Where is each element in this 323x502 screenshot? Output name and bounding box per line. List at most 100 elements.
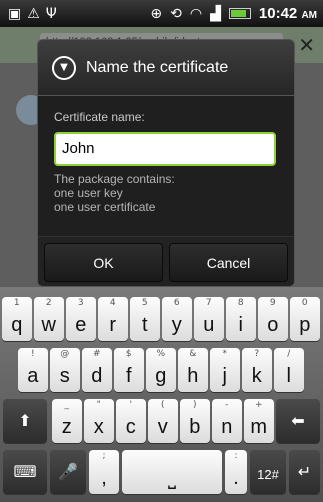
key-i[interactable]: 8i (226, 297, 256, 341)
key-alt-label: & (189, 349, 197, 359)
key-label: a (27, 365, 39, 387)
dialog-title: Name the certificate (86, 58, 229, 76)
key-y[interactable]: 6y (162, 297, 192, 341)
key-k[interactable]: ? k (242, 348, 272, 392)
keyboard-settings-key[interactable]: ⌨ (3, 450, 47, 494)
key-b[interactable]: ) b (180, 399, 210, 443)
key-u[interactable]: 7u (194, 297, 224, 341)
gps-icon: ⊕ (150, 5, 163, 22)
key-alt-label: % (156, 349, 166, 359)
key-alt-label: $ (125, 349, 132, 359)
key-alt-label: / (287, 349, 291, 359)
sync-icon: ⟲ (170, 5, 182, 22)
shift-key[interactable]: ⬆ (3, 399, 47, 443)
key-label: p (299, 314, 311, 336)
key-t[interactable]: 5t (130, 297, 160, 341)
key-label: l (286, 365, 291, 387)
key-p[interactable]: 0p (290, 297, 320, 341)
key-alt-label: # (92, 349, 101, 359)
enter-key[interactable]: ↵ (289, 450, 320, 494)
space-key[interactable]: ⎵ (122, 450, 222, 494)
cancel-button[interactable]: Cancel (169, 243, 288, 282)
key-label: n (221, 416, 233, 438)
key-d[interactable]: # d (82, 348, 112, 392)
backspace-icon: ⬅ (291, 413, 305, 430)
key-f[interactable]: $ f (114, 348, 144, 392)
key-s[interactable]: @ s (50, 348, 80, 392)
key-alt-label: - (225, 400, 229, 410)
key-alt-label: 9 (269, 298, 276, 308)
key-label: t (141, 314, 148, 336)
key-label: m (250, 416, 268, 438)
key-m[interactable]: + m (244, 399, 274, 443)
period-key-alt: : (234, 451, 238, 461)
key-o[interactable]: 9o (258, 297, 288, 341)
key-g[interactable]: % g (146, 348, 176, 392)
symbols-key[interactable]: 12# (250, 450, 286, 494)
key-label: e (75, 314, 87, 336)
backspace-key[interactable]: ⬅ (276, 399, 320, 443)
key-label: s (59, 365, 70, 387)
key-j[interactable]: * j (210, 348, 240, 392)
key-x[interactable]: " x (84, 399, 114, 443)
key-alt-label: 5 (141, 298, 148, 308)
name-certificate-dialog: ▼ Name the certificate Certificate name:… (37, 39, 295, 287)
microphone-icon: 🎤 (58, 464, 78, 481)
key-alt-label: _ (64, 400, 70, 410)
key-w[interactable]: 2w (34, 297, 64, 341)
key-label: g (155, 365, 167, 387)
shift-icon: ⬆ (18, 413, 32, 430)
symbols-key-label: 12# (257, 467, 279, 482)
keyboard-icon: ⌨ (13, 464, 37, 481)
key-q[interactable]: 1q (2, 297, 32, 341)
key-a[interactable]: ! a (18, 348, 48, 392)
certificate-name-input[interactable]: John (54, 132, 276, 166)
key-label: q (11, 314, 23, 336)
package-contents-note: The package contains: one user key one u… (54, 172, 278, 214)
dialog-header: ▼ Name the certificate (38, 40, 294, 96)
wifi-icon: ◠ (189, 5, 203, 22)
key-label: c (125, 416, 136, 438)
period-key[interactable]: : . (225, 450, 247, 494)
keyboard-row-1: 1q2w3e4r5t6y7u8i9o0p (0, 297, 323, 348)
key-r[interactable]: 4r (98, 297, 128, 341)
signal-icon: ▟ (210, 5, 221, 22)
soft-keyboard: 1q2w3e4r5t6y7u8i9o0p ! a @ s # d $ f% g & h * j? k / l … (0, 287, 323, 502)
key-alt-label: 0 (301, 298, 308, 308)
ok-button[interactable]: OK (44, 243, 163, 282)
battery-icon (228, 8, 251, 19)
period-key-label: . (233, 467, 239, 489)
key-label: o (267, 314, 279, 336)
certificate-name-label: Certificate name: (54, 110, 145, 124)
key-label: u (203, 314, 215, 336)
key-alt-label: 4 (109, 298, 116, 308)
key-z[interactable]: _ z (52, 399, 82, 443)
clock-ampm: AM (301, 10, 317, 21)
key-n[interactable]: -n (212, 399, 242, 443)
key-e[interactable]: 3e (66, 297, 96, 341)
key-alt-label: 1 (13, 298, 20, 308)
key-alt-label: ! (30, 349, 35, 359)
key-alt-label: ( (160, 400, 165, 410)
key-v[interactable]: (v (148, 399, 178, 443)
keyboard-row-3: ⬆ ⬅ _ z " x ' c(v) b - n + m (0, 399, 323, 450)
key-label: f (125, 365, 132, 387)
key-label: k (251, 365, 262, 387)
comma-key[interactable]: ; , (89, 450, 119, 494)
key-label: j (222, 365, 227, 387)
close-icon: ✕ (298, 33, 315, 57)
key-l[interactable]: / l (274, 348, 304, 392)
status-bar: ▣ ⚠ Ψ ⊕ ⟲ ◠ ▟ 10:42 AM (0, 0, 323, 27)
key-c[interactable]: ' c (116, 399, 146, 443)
key-alt-label: ) (192, 400, 197, 410)
microphone-key[interactable]: 🎤 (50, 450, 86, 494)
key-label: h (187, 365, 199, 387)
key-alt-label: 8 (237, 298, 244, 308)
key-alt-label: " (96, 400, 101, 410)
key-h[interactable]: & h (178, 348, 208, 392)
clock: 10:42 AM (259, 5, 317, 22)
key-alt-label: 6 (173, 298, 180, 308)
space-bar-icon: ⎵ (168, 467, 176, 489)
key-alt-label: 7 (205, 298, 212, 308)
key-alt-label: ' (129, 400, 132, 410)
